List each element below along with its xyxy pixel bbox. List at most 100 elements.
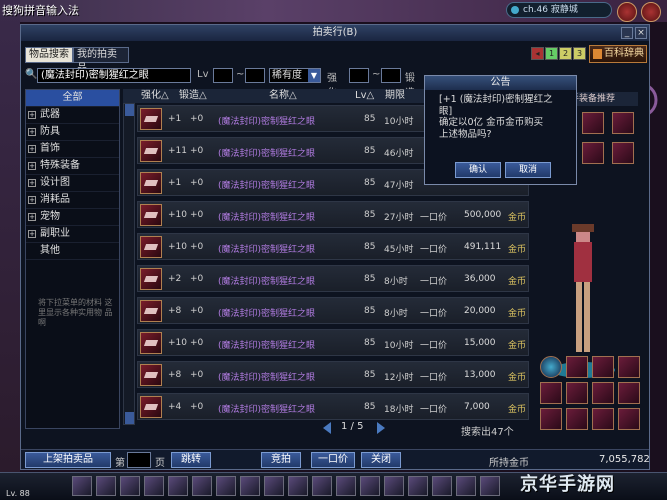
search-keyword-input[interactable]: (魔法封印)密制猩红之眼 — [37, 68, 191, 83]
bid-button[interactable]: 竞拍 — [261, 452, 301, 468]
skill-slot[interactable] — [192, 476, 212, 496]
scroll-up-button[interactable] — [125, 104, 134, 116]
enhance-max-input[interactable] — [381, 68, 401, 83]
equip-slot[interactable] — [566, 356, 588, 378]
table-row[interactable]: +10 +0 (魔法封印)密制猩红之眼 85 10小时 一口价 15,000 金币 — [137, 329, 529, 356]
close-window-button[interactable]: × — [635, 27, 647, 39]
skill-slot[interactable] — [96, 476, 116, 496]
category-jewelry[interactable]: + 首饰 — [26, 141, 119, 158]
prev-page-icon[interactable] — [323, 422, 331, 434]
channel-indicator[interactable]: ch.46 寂静城 — [506, 2, 612, 18]
skill-slot[interactable] — [168, 476, 188, 496]
skill-slot[interactable] — [432, 476, 452, 496]
list-scrollbar[interactable] — [123, 103, 135, 425]
page-1-button[interactable]: 1 — [545, 47, 558, 60]
category-subjob[interactable]: + 副职业 — [26, 226, 119, 243]
equip-slot[interactable] — [618, 356, 640, 378]
jump-button[interactable]: 跳转 — [171, 452, 211, 468]
next-page-icon[interactable] — [377, 422, 385, 434]
reco-slot[interactable] — [612, 112, 634, 134]
table-row[interactable]: +4 +0 (魔法封印)密制猩红之眼 85 18小时 一口价 7,000 金币 — [137, 393, 529, 420]
skill-slot[interactable] — [144, 476, 164, 496]
category-label: 武器 — [40, 109, 60, 120]
item-icon[interactable] — [140, 140, 162, 162]
skill-slot[interactable] — [240, 476, 260, 496]
skill-slot[interactable] — [336, 476, 356, 496]
skill-slot[interactable] — [456, 476, 476, 496]
close-button[interactable]: 关闭 — [361, 452, 401, 468]
level-min-input[interactable] — [213, 68, 233, 83]
col-enhance[interactable]: 强化△ — [141, 89, 169, 103]
category-other[interactable]: 其他 — [26, 243, 119, 260]
dialog-cancel-button[interactable]: 取消 — [505, 162, 551, 178]
list-item-button[interactable]: 上架拍卖品 — [25, 452, 111, 468]
table-row[interactable]: +8 +0 (魔法封印)密制猩红之眼 85 12小时 一口价 13,000 金币 — [137, 361, 529, 388]
skill-slot[interactable] — [216, 476, 236, 496]
skill-slot[interactable] — [288, 476, 308, 496]
item-icon[interactable] — [140, 396, 162, 418]
skill-slot[interactable] — [480, 476, 500, 496]
equip-slot[interactable] — [592, 382, 614, 404]
category-pet[interactable]: + 宠物 — [26, 209, 119, 226]
dialog-ok-button[interactable]: 确认 — [455, 162, 501, 178]
table-row[interactable]: +10 +0 (魔法封印)密制猩红之眼 85 45小时 一口价 491,111 金币 — [137, 233, 529, 260]
table-row[interactable]: +8 +0 (魔法封印)密制猩红之眼 85 8小时 一口价 20,000 金币 — [137, 297, 529, 324]
equip-slot[interactable] — [540, 408, 562, 430]
row-level: 85 — [364, 402, 376, 412]
rarity-select[interactable]: 稀有度 ▼ — [269, 68, 321, 83]
menu-orb-icon[interactable] — [617, 2, 637, 22]
item-icon[interactable] — [140, 236, 162, 258]
page-2-button[interactable]: 2 — [559, 47, 572, 60]
item-icon[interactable] — [140, 204, 162, 226]
skill-slot[interactable] — [408, 476, 428, 496]
tab-my-auctions[interactable]: 我的拍卖品 — [73, 47, 129, 74]
item-icon[interactable] — [140, 172, 162, 194]
scroll-down-button[interactable] — [125, 412, 134, 424]
tab-item-search[interactable]: 物品搜索 — [25, 47, 73, 63]
category-blueprint[interactable]: + 设计图 — [26, 175, 119, 192]
equip-slot[interactable] — [618, 408, 640, 430]
encyclopedia-button[interactable]: 百科辞典 — [589, 45, 647, 63]
item-icon[interactable] — [140, 300, 162, 322]
category-weapon[interactable]: + 武器 — [26, 107, 119, 124]
col-period[interactable]: 期限 — [385, 89, 405, 103]
buyout-button[interactable]: 一口价 — [311, 452, 355, 468]
equip-slot[interactable] — [566, 382, 588, 404]
system-orb-icon[interactable] — [641, 2, 661, 22]
col-forge[interactable]: 锻造△ — [179, 89, 207, 103]
page-number-input[interactable] — [127, 452, 151, 468]
equip-slot[interactable] — [566, 408, 588, 430]
skill-slot[interactable] — [120, 476, 140, 496]
category-consumable[interactable]: + 消耗品 — [26, 192, 119, 209]
skill-slot[interactable] — [312, 476, 332, 496]
table-row[interactable]: +2 +0 (魔法封印)密制猩红之眼 85 8小时 一口价 36,000 金币 — [137, 265, 529, 292]
col-name[interactable]: 名称△ — [269, 89, 297, 103]
col-level[interactable]: Lv△ — [355, 89, 374, 103]
category-all[interactable]: 全部 — [26, 90, 119, 107]
equip-slot[interactable] — [592, 356, 614, 378]
page-prev-button[interactable]: ◂ — [531, 47, 544, 60]
table-row[interactable]: +10 +0 (魔法封印)密制猩红之眼 85 27小时 一口价 500,000 金币 — [137, 201, 529, 228]
item-icon[interactable] — [140, 108, 162, 130]
minimize-button[interactable]: _ — [621, 27, 633, 39]
equip-slot[interactable] — [618, 382, 640, 404]
page-3-button[interactable]: 3 — [573, 47, 586, 60]
reco-slot[interactable] — [582, 112, 604, 134]
skill-slot[interactable] — [264, 476, 284, 496]
row-enhance: +2 — [168, 274, 182, 284]
level-max-input[interactable] — [245, 68, 265, 83]
item-icon[interactable] — [140, 268, 162, 290]
skill-slot[interactable] — [72, 476, 92, 496]
reco-slot[interactable] — [612, 142, 634, 164]
equip-slot[interactable] — [592, 408, 614, 430]
skill-slot[interactable] — [384, 476, 404, 496]
item-icon[interactable] — [140, 364, 162, 386]
category-armor[interactable]: + 防具 — [26, 124, 119, 141]
equip-slot[interactable] — [540, 382, 562, 404]
category-special[interactable]: + 特殊装备 — [26, 158, 119, 175]
enhance-min-input[interactable] — [349, 68, 369, 83]
gem-icon[interactable] — [540, 356, 562, 378]
reco-slot[interactable] — [582, 142, 604, 164]
skill-slot[interactable] — [360, 476, 380, 496]
item-icon[interactable] — [140, 332, 162, 354]
